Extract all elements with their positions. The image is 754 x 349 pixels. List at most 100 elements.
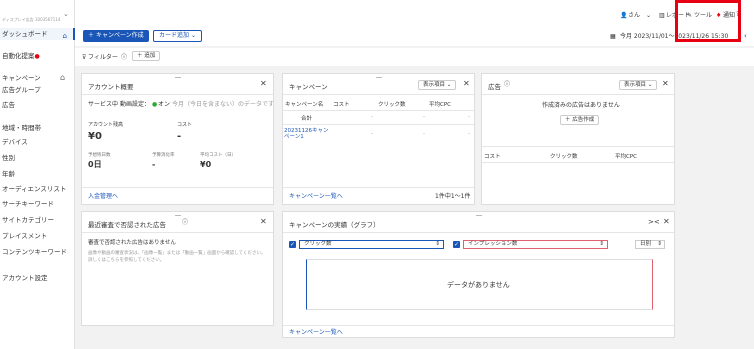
account-chevron-icon[interactable]: ⌄ — [63, 10, 69, 18]
highlight-box — [675, 0, 741, 42]
avg-cost-label: 平均コスト（日） — [200, 153, 236, 158]
display-items-label: 表示項目 — [624, 82, 647, 88]
auto-setting-label: 動画設定： — [120, 101, 151, 108]
campaign-list-link[interactable]: キャンペーン一覧へ — [289, 193, 343, 200]
divider — [283, 110, 474, 111]
collapse-chevron-icon[interactable]: ‹ — [744, 32, 747, 40]
display-items-label: 表示項目 — [423, 82, 446, 88]
sidebar-item-label: 広告 — [2, 101, 15, 109]
user-icon: 👤 — [620, 12, 628, 19]
drag-handle[interactable] — [175, 77, 181, 78]
sidebar-item-label: プレイスメント — [2, 232, 48, 240]
column-header[interactable]: キャンペーン名 — [285, 100, 323, 108]
top-bar: 👤 さん ⌄ ▥ レポート ✎ ツール ♦ 通知 ? — [75, 0, 754, 26]
sidebar: ディスプレイ広告 1003567114 ⌄ ダッシュボード ⌂ 自動化提案● キ… — [0, 0, 75, 349]
updown-icon: ⇕ — [657, 241, 662, 247]
close-icon[interactable]: ✕ — [260, 218, 267, 226]
metric1-select[interactable]: クリック数 ⇕ — [299, 240, 444, 249]
drag-handle[interactable] — [476, 215, 482, 216]
checkbox-icon[interactable]: ✓ — [289, 241, 296, 248]
sidebar-item-auto-suggest[interactable]: 自動化提案● — [0, 50, 75, 62]
rejected-ads-card: 最近審査で否認された広告 ⓘ ✕ 審査で否認された広告はありません 画像や動画の… — [81, 211, 274, 326]
chevron-down-icon: ⌄ — [647, 82, 653, 88]
add-card-label: カード追加 — [159, 32, 190, 39]
account-overview-card: アカウント概要 ✕ サービス中 動画設定： ● オン 今月（今日を含まない）のデ… — [81, 73, 274, 205]
sidebar-item-label: 広告グループ — [2, 86, 41, 94]
empty-message: 作成済みの広告はありません — [542, 102, 620, 109]
drag-handle[interactable] — [376, 77, 382, 78]
row-cpc: - — [468, 131, 470, 137]
sidebar-item-account-settings[interactable]: アカウント設定 — [0, 272, 75, 284]
campaign-name-link[interactable]: 20231126キャンペーン1 — [284, 128, 330, 140]
info-icon: ⓘ — [121, 54, 128, 61]
granularity-label: 日別 — [640, 241, 652, 247]
create-campaign-button[interactable]: ＋ キャンペーン作成 — [83, 30, 149, 42]
auto-setting-value: オン — [158, 101, 171, 108]
days-value: 0日 — [88, 160, 102, 169]
metric2-label: インプレッション数 — [468, 241, 518, 247]
add-filter-button[interactable]: ＋ 追加 — [132, 51, 161, 61]
sidebar-item-label: サイトカテゴリー — [2, 216, 54, 224]
help-icon[interactable]: ⓘ — [504, 81, 510, 88]
add-card-button[interactable]: カード追加 ⌄ — [153, 30, 202, 42]
calendar-icon: ▦ — [610, 33, 616, 40]
add-filter-label: 追加 — [144, 53, 156, 59]
updown-icon: ⇕ — [599, 241, 604, 247]
sidebar-item-campaign[interactable]: キャンペーン ⌂ — [0, 72, 75, 84]
create-campaign-label: キャンペーン作成 — [95, 32, 144, 39]
sidebar-item-region-time[interactable]: 地域・時間帯 — [0, 122, 75, 134]
column-header[interactable]: クリック数 — [378, 100, 406, 108]
sidebar-item-search-keyword[interactable]: サーチキーワード — [0, 198, 75, 210]
empty-chart-message: データがありません — [447, 281, 510, 289]
sidebar-item-placement[interactable]: プレイスメント — [0, 230, 75, 242]
help-icon[interactable]: ⓘ — [182, 219, 188, 226]
sidebar-item-label: コンテンツキーワード — [2, 248, 67, 256]
sidebar-item-adgroup[interactable]: 広告グループ — [0, 84, 75, 96]
sidebar-item-label: オーディエンスリスト — [2, 185, 67, 193]
divider — [482, 162, 674, 163]
display-items-button[interactable]: 表示項目 ⌄ — [619, 80, 658, 90]
user-menu[interactable]: さん — [628, 12, 640, 19]
sidebar-item-audience[interactable]: オーディエンスリスト — [0, 183, 75, 195]
sidebar-item-device[interactable]: デバイス — [0, 136, 75, 148]
ads-card: 広告 ⓘ 表示項目 ⌄ ✕ 作成済みの広告はありません ＋ 広告作成 コスト ク… — [481, 73, 675, 205]
chevron-down-icon: ⌄ — [190, 32, 196, 39]
filter-icon: ⊽ — [82, 54, 87, 61]
create-ad-button[interactable]: ＋ 広告作成 — [560, 115, 600, 125]
display-items-button[interactable]: 表示項目 ⌄ — [418, 80, 457, 90]
chevron-down-icon[interactable]: ⌄ — [646, 12, 651, 19]
column-header[interactable]: クリック数 — [550, 152, 578, 160]
cost-label: コスト — [177, 122, 193, 128]
column-header[interactable]: 平均CPC — [429, 100, 451, 108]
sidebar-item-ads[interactable]: 広告 — [0, 99, 75, 111]
sidebar-item-content-keyword[interactable]: コンテンツキーワード — [0, 246, 75, 258]
close-icon[interactable]: ✕ — [463, 80, 470, 88]
total-cpc: - — [468, 114, 470, 120]
column-header[interactable]: 平均CPC — [615, 152, 637, 160]
granularity-select[interactable]: 日別 ⇕ — [635, 240, 665, 249]
sidebar-item-age[interactable]: 年齢 — [0, 168, 75, 180]
close-icon[interactable]: ✕ — [662, 80, 669, 88]
campaign-card: キャンペーン 表示項目 ⌄ ✕ キャンペーン名 コスト クリック数 平均CPC … — [282, 73, 475, 205]
close-icon[interactable]: ✕ — [260, 80, 267, 88]
sidebar-item-site-category[interactable]: サイトカテゴリー — [0, 214, 75, 226]
avg-cost-value: ¥0 — [200, 160, 212, 169]
sidebar-item-dashboard[interactable]: ダッシュボード ⌂ — [0, 28, 75, 40]
close-icon[interactable]: ✕ — [663, 218, 670, 226]
consume-value: - — [152, 160, 156, 169]
collapse-arrows-icon[interactable]: >< — [648, 218, 660, 226]
service-status: サービス中 — [88, 101, 119, 108]
sidebar-item-label: 年齢 — [2, 170, 15, 178]
filter-label[interactable]: フィルター — [88, 54, 118, 61]
column-header[interactable]: コスト — [333, 100, 350, 108]
payment-link[interactable]: 入金管理へ — [88, 193, 118, 200]
column-header[interactable]: コスト — [484, 152, 501, 160]
row-cost: - — [371, 131, 373, 137]
campaign-list-link[interactable]: キャンペーン一覧へ — [289, 329, 343, 336]
sidebar-item-label: キャンペーン — [2, 74, 41, 82]
checkbox-icon[interactable]: ✓ — [453, 241, 460, 248]
sidebar-item-gender[interactable]: 性別 — [0, 152, 75, 164]
drag-handle[interactable] — [175, 215, 181, 216]
metric2-select[interactable]: インプレッション数 ⇕ — [463, 240, 608, 249]
sidebar-item-label: デバイス — [2, 138, 28, 146]
